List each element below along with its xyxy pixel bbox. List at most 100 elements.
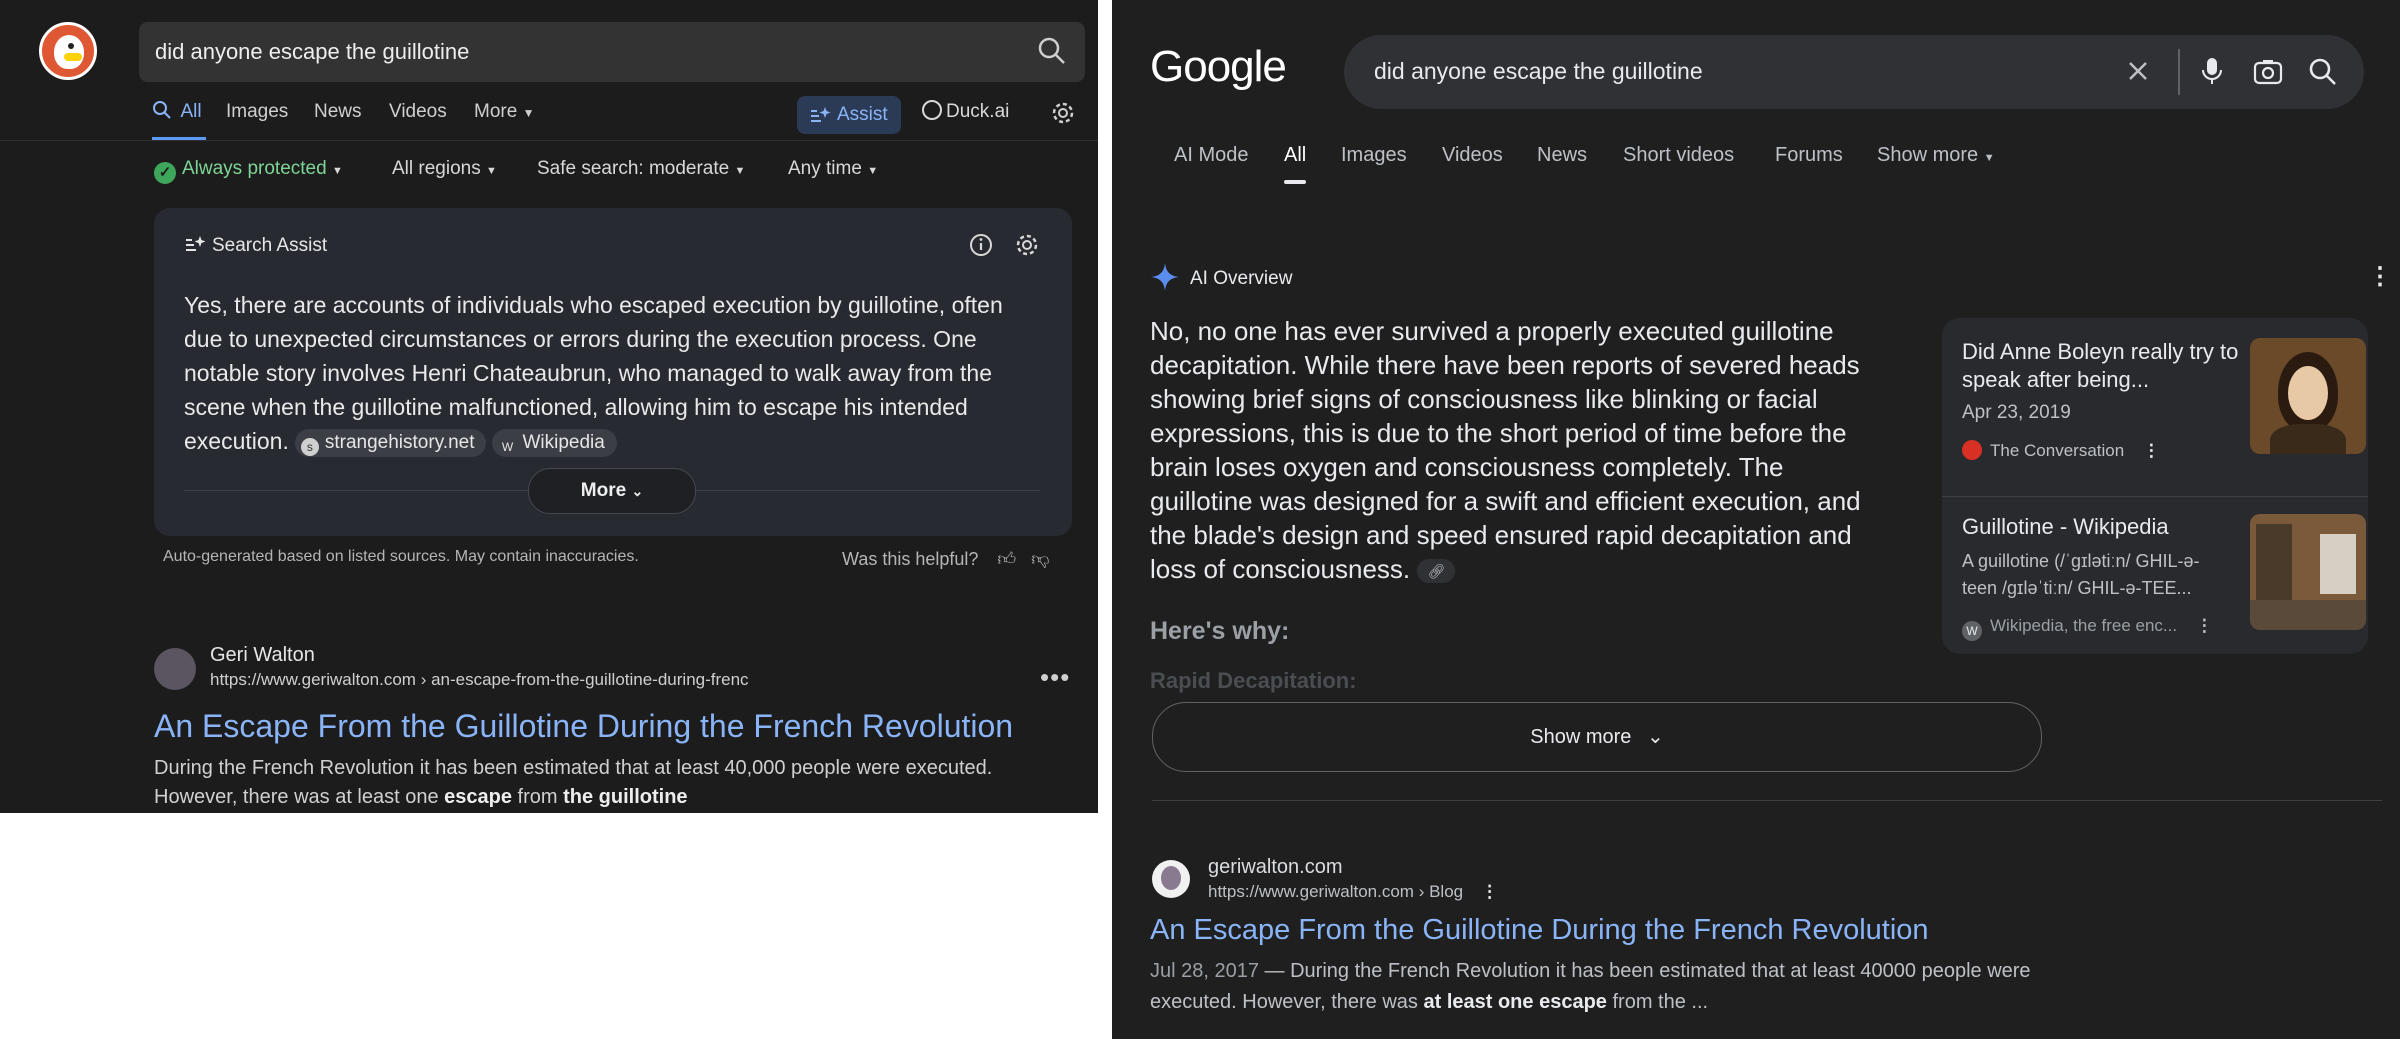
clear-icon[interactable] xyxy=(2124,57,2152,90)
more-options-icon[interactable]: ⋮ xyxy=(2368,262,2392,291)
rapid-decapitation-heading: Rapid Decapitation: xyxy=(1150,668,1357,693)
source-title-anne-boleyn[interactable]: Did Anne Boleyn really try to speak afte… xyxy=(1962,338,2242,394)
more-options-icon[interactable]: ⋮ xyxy=(2196,616,2213,635)
more-button[interactable]: More ⌄ xyxy=(528,468,696,514)
active-tab-indicator xyxy=(1284,180,1306,184)
search-assist-title: Search Assist xyxy=(212,235,328,256)
google-panel: Google did anyone escape the guillotine … xyxy=(1112,0,2400,1039)
source-publisher-label: The Conversation xyxy=(1990,441,2125,460)
source-title-wikipedia[interactable]: Guillotine - Wikipedia xyxy=(1962,514,2169,540)
chevron-down-icon: ▼ xyxy=(522,106,535,120)
tab-all[interactable]: All xyxy=(152,100,202,123)
google-logo[interactable]: Google xyxy=(1150,42,1287,92)
site-favicon xyxy=(1152,860,1190,898)
result-snippet: During the French Revolution it has been… xyxy=(154,754,1054,812)
tab-forums[interactable]: Forums xyxy=(1775,144,1843,167)
tab-show-more[interactable]: Show more ▼ xyxy=(1877,144,1995,167)
show-more-button[interactable]: Show more ⌄ xyxy=(1152,702,2042,772)
wikipedia-icon: W xyxy=(1962,621,1982,641)
result-url[interactable]: https://www.geriwalton.com › an-escape-f… xyxy=(210,670,749,690)
filter-regions[interactable]: All regions ▼ xyxy=(392,158,497,180)
thumbs-down-icon[interactable]: 👎︎ xyxy=(1031,549,1049,569)
settings-gear-icon[interactable] xyxy=(1050,100,1076,131)
sparkle-icon xyxy=(186,236,206,251)
tab-all[interactable]: All xyxy=(1284,144,1306,167)
result-snippet: Jul 28, 2017 — During the French Revolut… xyxy=(1150,956,2050,1018)
chevron-down-icon: ⌄ xyxy=(1646,726,1664,748)
result-url[interactable]: https://www.geriwalton.com › Blog ⋮ xyxy=(1208,882,1498,902)
wikipedia-icon: W xyxy=(501,439,514,454)
duckai-button[interactable]: Duck.ai xyxy=(922,100,1009,123)
snippet-highlight: the guillotine xyxy=(563,786,688,808)
info-icon[interactable] xyxy=(968,232,994,263)
tab-more-label: More xyxy=(474,101,518,122)
divider xyxy=(1152,800,2382,801)
search-icon[interactable] xyxy=(1037,36,1067,71)
source-publisher: The Conversation ⋮ xyxy=(1962,440,2160,461)
check-circle-icon: ✓ xyxy=(154,162,176,184)
snippet-text: from the ... xyxy=(1606,991,1709,1013)
more-options-icon[interactable]: ⋮ xyxy=(1481,882,1498,901)
snippet-text: — During the French Revolution it has be… xyxy=(1258,960,2031,982)
gear-icon[interactable] xyxy=(1014,232,1040,263)
chevron-down-icon: ▼ xyxy=(486,165,497,177)
more-options-icon[interactable]: ••• xyxy=(1040,662,1070,693)
result-title-link[interactable]: An Escape From the Guillotine During the… xyxy=(154,708,1013,745)
source-date: Apr 23, 2019 xyxy=(1962,402,2071,423)
heres-why-heading: Here's why: xyxy=(1150,617,1290,645)
tab-news[interactable]: News xyxy=(314,101,362,123)
strangehistory-icon: s xyxy=(300,437,319,456)
thumbs-up-icon[interactable]: 👍︎ xyxy=(997,549,1016,569)
duckduckgo-logo[interactable] xyxy=(39,22,97,80)
result-url-text: https://www.geriwalton.com › Blog xyxy=(1208,882,1464,901)
search-query[interactable]: did anyone escape the guillotine xyxy=(155,39,469,65)
link-icon[interactable]: 🔗︎ xyxy=(1417,559,1456,584)
gemini-sparkle-icon xyxy=(1151,263,1179,291)
filter-safe-search-label: Safe search: moderate xyxy=(537,158,730,179)
duckai-icon xyxy=(922,100,942,120)
assist-button[interactable]: Assist xyxy=(797,96,901,134)
filter-safe-search[interactable]: Safe search: moderate ▼ xyxy=(537,158,745,180)
tab-videos[interactable]: Videos xyxy=(1442,144,1503,167)
ai-overview-body: No, no one has ever survived a properly … xyxy=(1150,316,1861,584)
snippet-text: from xyxy=(512,786,564,808)
tab-show-more-label: Show more xyxy=(1877,144,1979,166)
the-conversation-icon xyxy=(1962,440,1982,460)
search-query[interactable]: did anyone escape the guillotine xyxy=(1374,58,1703,85)
search-assist-card: Search Assist Yes, there are accounts of… xyxy=(154,208,1072,536)
anne-boleyn-portrait-image[interactable] xyxy=(2250,338,2366,454)
search-icon[interactable] xyxy=(2308,57,2338,92)
sparkle-icon xyxy=(811,107,831,122)
more-options-icon[interactable]: ⋮ xyxy=(2143,441,2160,460)
tab-more[interactable]: More ▼ xyxy=(474,101,534,123)
tab-short-videos[interactable]: Short videos xyxy=(1623,144,1734,167)
tab-images[interactable]: Images xyxy=(1341,144,1407,167)
guillotine-photo-image[interactable] xyxy=(2250,514,2366,630)
microphone-icon[interactable] xyxy=(2200,55,2224,92)
result-title-link[interactable]: An Escape From the Guillotine During the… xyxy=(1150,914,1929,947)
ai-overview-header: AI Overview xyxy=(1150,262,1292,292)
search-assist-answer: Yes, there are accounts of individuals w… xyxy=(184,288,1004,458)
ai-overview-text: No, no one has ever survived a properly … xyxy=(1150,314,1890,586)
chevron-down-icon: ▼ xyxy=(867,165,879,177)
chevron-down-icon: ⌄ xyxy=(631,483,644,499)
source-chip-wikipedia[interactable]: W Wikipedia xyxy=(492,428,617,457)
tab-ai-mode[interactable]: AI Mode xyxy=(1174,144,1248,167)
tab-news[interactable]: News xyxy=(1537,144,1587,167)
result-site-name: geriwalton.com xyxy=(1208,856,1343,878)
search-input[interactable]: did anyone escape the guillotine xyxy=(1344,35,2364,109)
source-publisher: W Wikipedia, the free enc... ⋮ xyxy=(1962,616,2213,641)
filter-protection[interactable]: ✓ Always protected ▼ xyxy=(154,158,343,184)
show-more-label: Show more xyxy=(1530,726,1632,748)
filter-time[interactable]: Any time ▼ xyxy=(788,158,878,180)
tab-images[interactable]: Images xyxy=(226,101,288,123)
ai-overview-title: AI Overview xyxy=(1190,268,1293,289)
source-label: strangehistory.net xyxy=(324,431,475,453)
camera-lens-icon[interactable] xyxy=(2252,56,2284,93)
snippet-line-1: During the French Revolution it has been… xyxy=(154,757,993,779)
helpful-label: Was this helpful? xyxy=(842,549,979,569)
tab-videos[interactable]: Videos xyxy=(389,101,447,123)
source-chip-strangehistory[interactable]: s strangehistory.net xyxy=(294,428,487,457)
search-input[interactable]: did anyone escape the guillotine xyxy=(139,22,1085,82)
helpful-prompt: Was this helpful? 👍︎ 👎︎ xyxy=(842,548,1050,570)
